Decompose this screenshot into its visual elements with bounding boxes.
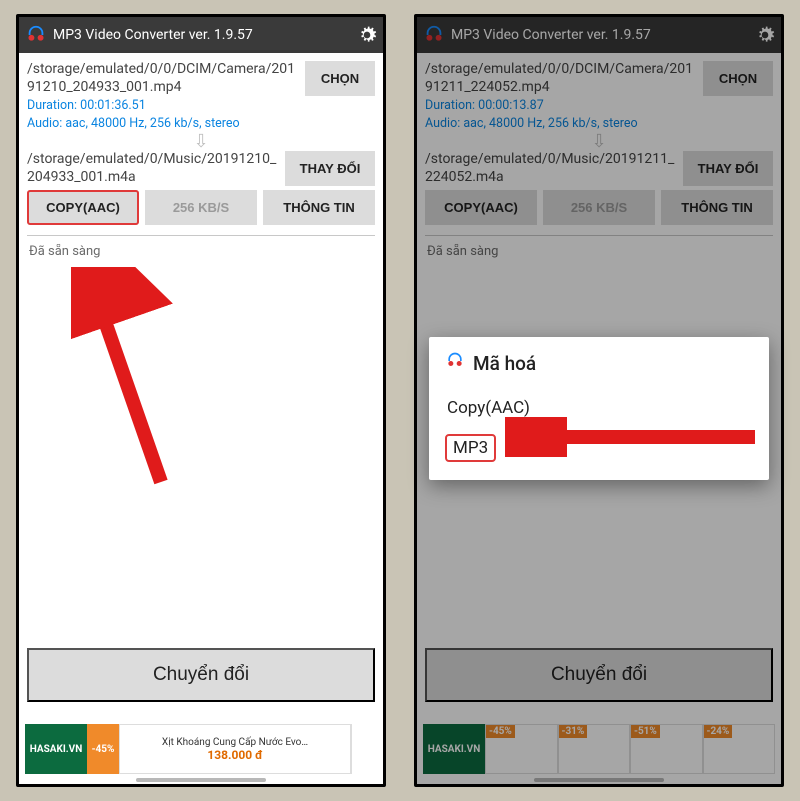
change-button[interactable]: THAY ĐỔI: [683, 151, 773, 186]
duration-text: Duration: 00:00:13.87: [425, 98, 697, 114]
codec-button[interactable]: COPY(AAC): [27, 190, 139, 225]
bitrate-button[interactable]: 256 KB/S: [145, 190, 257, 225]
divider: [425, 235, 773, 236]
ad-banner[interactable]: HASAKI.VN -45% Xịt Khoáng Cung Cấp Nước …: [25, 724, 377, 774]
audio-text: Audio: aac, 48000 Hz, 256 kb/s, stereo: [27, 116, 299, 132]
settings-icon[interactable]: [755, 25, 775, 45]
ad-discount: -45%: [87, 724, 119, 774]
settings-icon[interactable]: [357, 25, 377, 45]
phone-right: MP3 Video Converter ver. 1.9.57 /storage…: [414, 14, 784, 787]
dialog-option-mp3[interactable]: MP3: [445, 434, 496, 462]
dialog-option-copy-aac[interactable]: Copy(AAC): [445, 392, 532, 424]
main-content: /storage/emulated/0/0/DCIM/Camera/201912…: [19, 53, 383, 259]
ad-banner[interactable]: HASAKI.VN -45% -31% -51% -24%: [423, 724, 775, 774]
choose-button[interactable]: CHỌN: [703, 61, 773, 96]
app-logo-icon: [423, 24, 445, 46]
titlebar: MP3 Video Converter ver. 1.9.57: [19, 17, 383, 53]
divider: [27, 235, 375, 236]
ad-discount-2: -31%: [559, 725, 588, 738]
ad-discount-3: -51%: [631, 725, 660, 738]
choose-button[interactable]: CHỌN: [305, 61, 375, 96]
info-button[interactable]: THÔNG TIN: [661, 190, 773, 225]
source-path: /storage/emulated/0/0/DCIM/Camera/201912…: [425, 61, 697, 96]
duration-text: Duration: 00:01:36.51: [27, 98, 299, 114]
ad-thumb: [351, 724, 377, 774]
nav-pill: [534, 778, 664, 782]
ad-brand: HASAKI.VN: [25, 724, 87, 774]
dest-path: /storage/emulated/0/Music/20191210_20493…: [27, 151, 279, 186]
app-title: MP3 Video Converter ver. 1.9.57: [53, 27, 351, 43]
nav-pill: [136, 778, 266, 782]
ad-discount-1: -45%: [486, 725, 515, 738]
dialog-title: Mã hoá: [445, 351, 753, 376]
annotation-arrow: [71, 267, 201, 497]
ad-product: Xịt Khoáng Cung Cấp Nước Evo… 138.000 đ: [119, 724, 351, 774]
titlebar: MP3 Video Converter ver. 1.9.57: [417, 17, 781, 53]
ad-brand: HASAKI.VN: [423, 724, 485, 774]
audio-text: Audio: aac, 48000 Hz, 256 kb/s, stereo: [425, 116, 697, 132]
status-text: Đã sẵn sàng: [425, 244, 773, 259]
bitrate-button[interactable]: 256 KB/S: [543, 190, 655, 225]
phone-left: MP3 Video Converter ver. 1.9.57 /storage…: [16, 14, 386, 787]
dest-path: /storage/emulated/0/Music/20191211_22405…: [425, 151, 677, 186]
info-button[interactable]: THÔNG TIN: [263, 190, 375, 225]
change-button[interactable]: THAY ĐỔI: [285, 151, 375, 186]
arrow-down-icon: ⇩: [27, 135, 375, 149]
codec-button[interactable]: COPY(AAC): [425, 190, 537, 225]
app-title: MP3 Video Converter ver. 1.9.57: [451, 27, 749, 43]
ad-discount-4: -24%: [704, 725, 733, 738]
main-content: /storage/emulated/0/0/DCIM/Camera/201912…: [417, 53, 781, 259]
app-logo-icon: [25, 24, 47, 46]
arrow-down-icon: ⇩: [425, 135, 773, 149]
source-path: /storage/emulated/0/0/DCIM/Camera/201912…: [27, 61, 299, 96]
convert-button[interactable]: Chuyển đổi: [425, 648, 773, 702]
status-text: Đã sẵn sàng: [27, 244, 375, 259]
encode-dialog: Mã hoá Copy(AAC) MP3: [429, 337, 769, 480]
app-logo-icon: [445, 351, 465, 376]
convert-button[interactable]: Chuyển đổi: [27, 648, 375, 702]
